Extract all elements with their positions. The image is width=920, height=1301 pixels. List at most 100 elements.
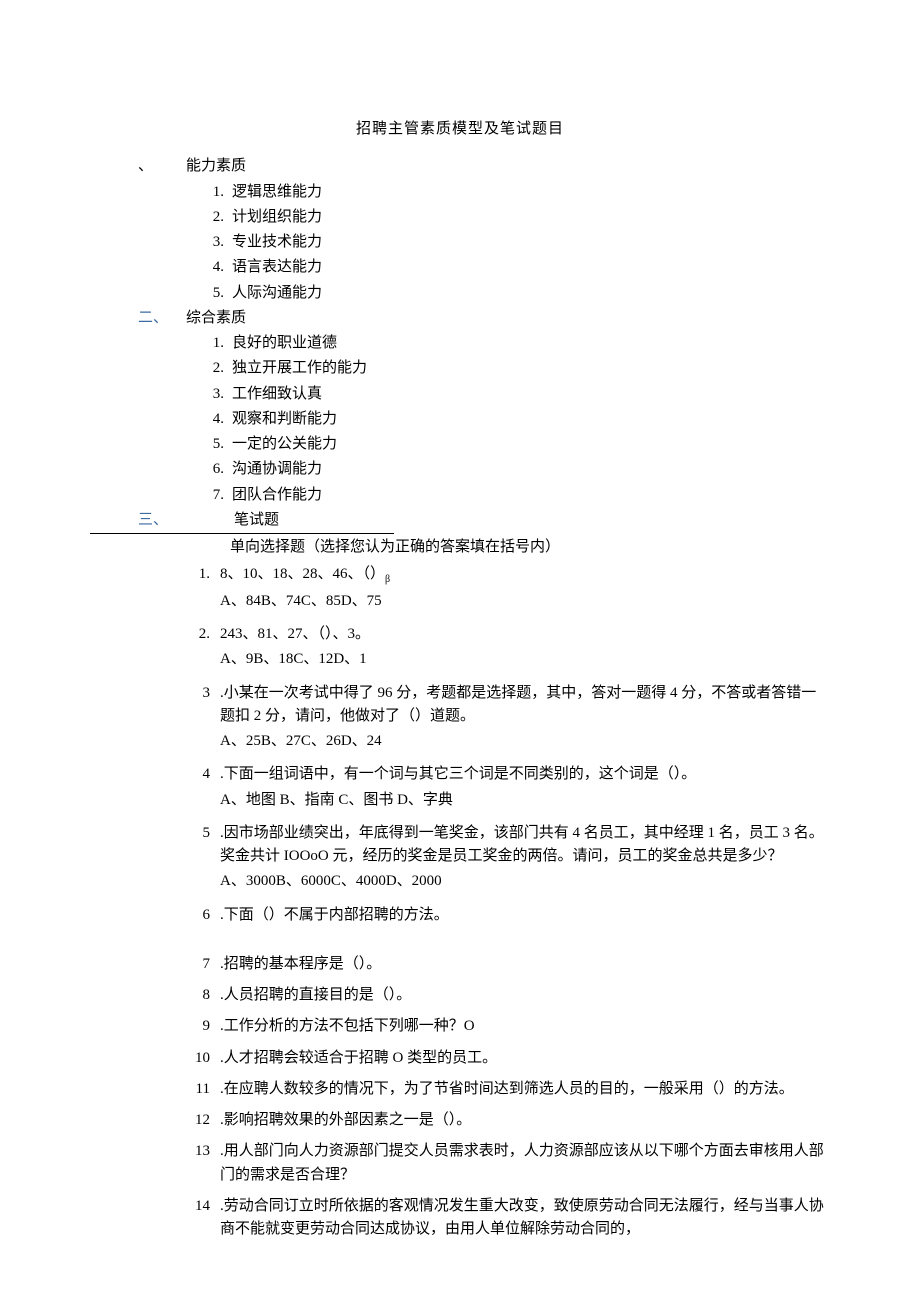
question-7: 7 .招聘的基本程序是（）。 [186,953,830,978]
question-4: 4 .下面一组词语中，有一个词与其它三个词是不同类别的，这个词是（）。 A、地图… [186,763,830,816]
section-1-header: 、 能力素质 [90,155,830,178]
q-num: 3 [186,682,220,758]
q-stem: .工作分析的方法不包括下列哪一种？O [220,1015,830,1038]
q-body: .用人部门向人力资源部门提交人员需求表时，人力资源部应该从以下哪个方面去审核用人… [220,1140,830,1189]
q-stem: .在应聘人数较多的情况下，为了节省时间达到筛选人员的目的，一般采用（）的方法。 [220,1078,830,1101]
q-stem: .人员招聘的直接目的是（）。 [220,984,830,1007]
item-num: 1. [202,181,232,204]
q-num: 10 [186,1047,220,1072]
list-item: 3.专业技术能力 [202,231,830,254]
q-body: .招聘的基本程序是（）。 [220,953,830,978]
item-num: 6. [202,458,232,481]
question-14: 14 .劳动合同订立时所依据的客观情况发生重大改变，致使原劳动合同无法履行，经与… [186,1195,830,1244]
q-body: .下面一组词语中，有一个词与其它三个词是不同类别的，这个词是（）。 A、地图 B… [220,763,830,816]
q-num: 8 [186,984,220,1009]
stem-text: 劳动合同订立时所依据的客观情况发生重大改变，致使原劳动合同无法履行，经与当事人协… [220,1198,824,1237]
item-text: 观察和判断能力 [232,408,830,431]
question-11: 11 .在应聘人数较多的情况下，为了节省时间达到筛选人员的目的，一般采用（）的方… [186,1078,830,1103]
q-opts: A、3000B、6000C、4000D、2000 [220,870,830,893]
list-item: 5.人际沟通能力 [202,282,830,305]
q-stem: .劳动合同订立时所依据的客观情况发生重大改变，致使原劳动合同无法履行，经与当事人… [220,1195,830,1242]
section-2-header: 二、 综合素质 [90,307,830,330]
item-text: 人际沟通能力 [232,282,830,305]
stem-text: 影响招聘效果的外部因素之一是（）。 [224,1112,472,1128]
item-num: 4. [202,256,232,279]
q-stem: .因市场部业绩突出，年底得到一笔奖金，该部门共有 4 名员工，其中经理 1 名，… [220,822,830,869]
stem-text: 小某在一次考试中得了 96 分，考题都是选择题，其中，答对一题得 4 分，不答或… [220,685,816,724]
q-body: .劳动合同订立时所依据的客观情况发生重大改变，致使原劳动合同无法履行，经与当事人… [220,1195,830,1244]
list-item: 7.团队合作能力 [202,484,830,507]
q-num: 5 [186,822,220,898]
section-3-subtitle: 单向选择题（选择您认为正确的答案填在括号内） [90,536,830,559]
question-1: 1. 8、10、18、28、46、（）β A、84B、74C、85D、75 [186,563,830,617]
section-2-num: 二、 [90,307,186,330]
question-9: 9 .工作分析的方法不包括下列哪一种？O [186,1015,830,1040]
item-num: 2. [202,206,232,229]
q-num: 4 [186,763,220,816]
q-stem: 8、10、18、28、46、（）β [220,563,830,588]
stem-text: 下面一组词语中，有一个词与其它三个词是不同类别的，这个词是（）。 [224,766,697,782]
list-item: 2.独立开展工作的能力 [202,357,830,380]
item-text: 一定的公关能力 [232,433,830,456]
section-3-label: 笔试题 [234,509,394,534]
item-text: 团队合作能力 [232,484,830,507]
item-num: 7. [202,484,232,507]
stem-text: 招聘的基本程序是（）。 [224,956,382,972]
stem-text: 因市场部业绩突出，年底得到一笔奖金，该部门共有 4 名员工，其中经理 1 名，员… [220,825,824,864]
section-2-label: 综合素质 [186,307,246,330]
spacer [186,935,830,953]
q-body: .工作分析的方法不包括下列哪一种？O [220,1015,830,1040]
item-text: 良好的职业道德 [232,332,830,355]
stem-text: 在应聘人数较多的情况下，为了节省时间达到筛选人员的目的，一般采用（）的方法。 [224,1081,794,1097]
q-stem: .用人部门向人力资源部门提交人员需求表时，人力资源部应该从以下哪个方面去审核用人… [220,1140,830,1187]
q-opts: A、地图 B、指南 C、图书 D、字典 [220,789,830,812]
question-13: 13 .用人部门向人力资源部门提交人员需求表时，人力资源部应该从以下哪个方面去审… [186,1140,830,1189]
q-stem: .下面（）不属于内部招聘的方法。 [220,904,830,927]
list-item: 4.语言表达能力 [202,256,830,279]
q-stem: 243、81、27、（）、3。 [220,623,830,646]
question-10: 10 .人才招聘会较适合于招聘 O 类型的员工。 [186,1047,830,1072]
stem-text: 工作分析的方法不包括下列哪一种？O [224,1018,475,1034]
item-num: 5. [202,282,232,305]
subscript: β [385,574,390,585]
q-stem: .招聘的基本程序是（）。 [220,953,830,976]
item-text: 语言表达能力 [232,256,830,279]
list-item: 1.良好的职业道德 [202,332,830,355]
page-title: 招聘主管素质模型及笔试题目 [90,118,830,141]
q-opts: A、9B、18C、12D、1 [220,648,830,671]
section-1-num: 、 [90,155,186,178]
stem-text: 用人部门向人力资源部门提交人员需求表时，人力资源部应该从以下哪个方面去审核用人部… [220,1143,824,1182]
question-block: 1. 8、10、18、28、46、（）β A、84B、74C、85D、75 2.… [90,563,830,1243]
section-2-list: 1.良好的职业道德 2.独立开展工作的能力 3.工作细致认真 4.观察和判断能力… [90,332,830,507]
item-num: 1. [202,332,232,355]
q-opts: A、25B、27C、26D、24 [220,730,830,753]
q-num: 11 [186,1078,220,1103]
stem-text: 8、10、18、28、46、（） [220,566,385,582]
item-text: 工作细致认真 [232,383,830,406]
q-body: .人员招聘的直接目的是（）。 [220,984,830,1009]
q-body: 8、10、18、28、46、（）β A、84B、74C、85D、75 [220,563,830,617]
section-3-header: 三、 笔试题 [90,509,830,534]
stem-text: 人员招聘的直接目的是（）。 [224,987,412,1003]
list-item: 1.逻辑思维能力 [202,181,830,204]
question-3: 3 .小某在一次考试中得了 96 分，考题都是选择题，其中，答对一题得 4 分，… [186,682,830,758]
q-num: 6 [186,904,220,929]
list-item: 4.观察和判断能力 [202,408,830,431]
item-text: 沟通协调能力 [232,458,830,481]
question-6: 6 .下面（）不属于内部招聘的方法。 [186,904,830,929]
item-num: 3. [202,231,232,254]
q-body: 243、81、27、（）、3。 A、9B、18C、12D、1 [220,623,830,676]
q-num: 1. [186,563,220,617]
q-stem: .小某在一次考试中得了 96 分，考题都是选择题，其中，答对一题得 4 分，不答… [220,682,830,729]
q-num: 9 [186,1015,220,1040]
q-body: .在应聘人数较多的情况下，为了节省时间达到筛选人员的目的，一般采用（）的方法。 [220,1078,830,1103]
list-item: 3.工作细致认真 [202,383,830,406]
item-num: 3. [202,383,232,406]
q-num: 14 [186,1195,220,1244]
item-text: 专业技术能力 [232,231,830,254]
item-num: 5. [202,433,232,456]
section-3-num: 三、 [90,509,234,534]
question-8: 8 .人员招聘的直接目的是（）。 [186,984,830,1009]
q-body: .影响招聘效果的外部因素之一是（）。 [220,1109,830,1134]
item-num: 2. [202,357,232,380]
